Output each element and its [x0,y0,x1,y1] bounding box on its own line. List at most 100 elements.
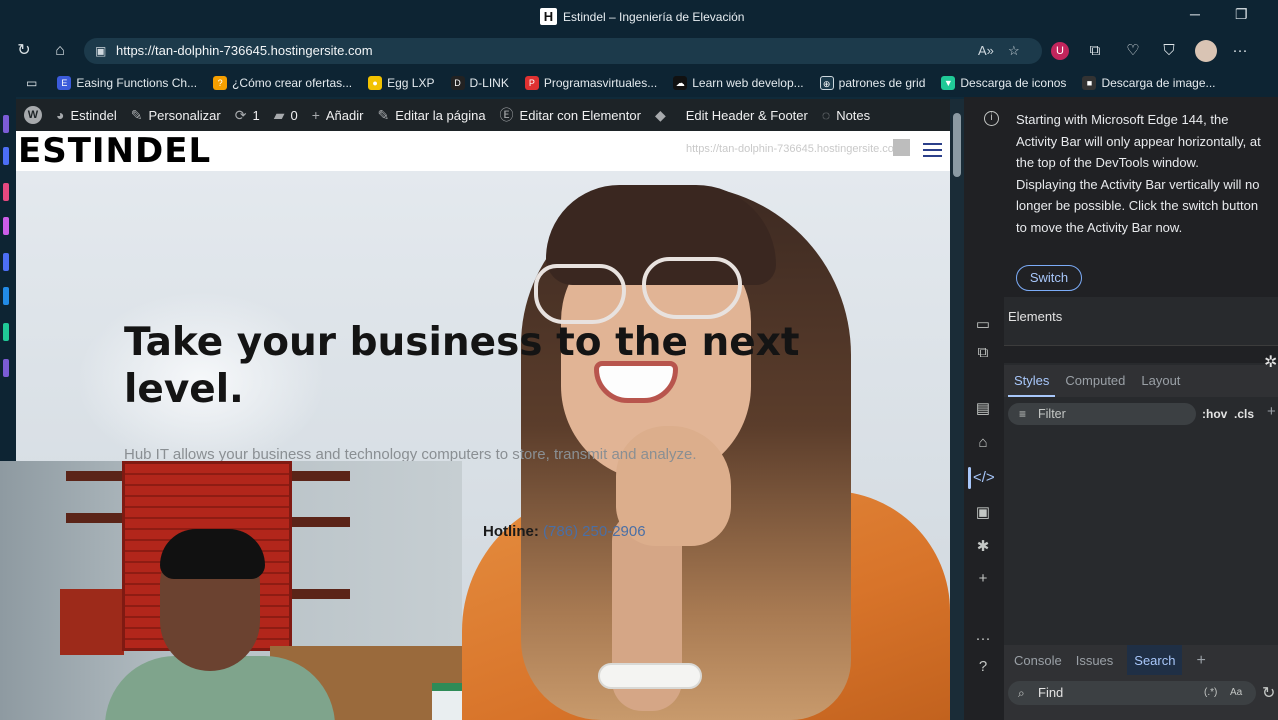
regex-toggle[interactable]: (.*) [1204,681,1217,705]
wp-updates-link[interactable]: ⟳ 1 [235,107,260,124]
match-case-toggle[interactable]: Aa [1230,681,1242,705]
restore-icon[interactable]: ❐ [1235,6,1248,23]
bookmark-label: Egg LXP [387,76,435,90]
bookmark-item[interactable]: ? ¿Cómo crear ofertas... [213,76,352,90]
tab-icon[interactable] [3,359,9,377]
find-placeholder: Find [1038,685,1064,700]
refresh-search-icon[interactable]: ↻ [1262,683,1275,703]
elements-code-icon[interactable]: </> [973,468,995,488]
tab-console[interactable]: Console [1014,645,1062,675]
panel-divider[interactable] [1004,345,1278,363]
search-find-input[interactable]: ⌕ Find (.*) Aa [1008,681,1256,705]
more-tools-icon[interactable]: ··· [973,629,993,649]
address-bar[interactable]: ▣ https://tan-dolphin-736645.hostingersi… [84,38,1042,64]
add-drawer-tab-icon[interactable]: + [1196,645,1205,675]
bookmark-item[interactable]: E Easing Functions Ch... [57,76,197,90]
wp-header-footer-label: Edit Header & Footer [685,107,808,123]
add-tool-icon[interactable]: + [973,569,993,589]
bookmark-favicon-icon: ▼ [941,76,956,90]
refresh-icon[interactable]: ↻ [13,40,35,62]
favorite-star-icon[interactable]: ☆ [1008,38,1020,64]
wp-admin-bar: W ◕ Estindel ✎ Personalizar ⟳ 1 ▰ 0 + Añadir … [16,99,950,131]
tab-icon[interactable] [3,147,9,165]
filter-icon: ≡ [1019,407,1027,421]
tab-icon[interactable] [3,115,9,133]
hamburger-menu-icon[interactable] [923,143,942,161]
bookmark-item[interactable]: ■ Descarga de image... [1082,76,1216,90]
user-icon[interactable] [893,139,910,156]
wp-elementor-link[interactable]: Ⓔ Editar con Elementor [500,105,641,125]
read-aloud-icon[interactable]: A» [978,38,994,64]
hotline-number-link[interactable]: (786) 250-2906 [543,523,646,540]
site-info-icon[interactable]: ▣ [95,38,106,64]
tab-layout[interactable]: Layout [1141,365,1180,397]
wordpress-logo-icon[interactable]: W [24,106,42,124]
notes-icon: ◌ [821,107,831,123]
switch-button[interactable]: Switch [1016,265,1082,291]
debug-bug-icon[interactable]: ✱ [973,537,993,557]
tab-icon[interactable] [3,287,9,305]
bookmark-favicon-icon: D [450,76,465,90]
bookmark-favicon-icon: P [524,76,539,90]
elements-tab-title[interactable]: Elements [1008,309,1062,324]
bookmark-label: patrones de grid [838,76,926,90]
inspect-icon[interactable]: ⧉ [973,343,993,363]
bookmark-item[interactable]: ▼ Descarga de iconos [941,76,1066,90]
browser-window: H Estindel – Ingeniería de Elevación ─ ❐… [0,0,1278,720]
page-scrollbar[interactable] [950,99,964,720]
hero-heading: Take your business to the next level. [124,320,800,412]
bookmark-item[interactable]: D D-LINK [450,76,509,90]
bookmark-item[interactable]: P Programasvirtuales... [524,76,657,90]
security-shield-icon[interactable]: ⛉ [1160,42,1178,60]
console-icon[interactable]: ▣ [973,503,993,523]
bookmark-item[interactable]: ● Egg LXP [368,76,435,90]
wp-customize-link[interactable]: ✎ Personalizar [131,107,221,124]
tab-icon[interactable] [3,253,9,271]
bookmark-favicon-icon: ● [368,76,383,90]
styles-filter-input[interactable]: ≡ Filter [1008,403,1196,425]
comments-count: 0 [290,107,298,123]
home-icon[interactable]: ⌂ [49,40,71,62]
wp-comments-link[interactable]: ▰ 0 [274,107,298,124]
tab-computed[interactable]: Computed [1065,365,1125,397]
tab-styles[interactable]: Styles [1007,365,1056,397]
site-logo[interactable]: ESTINDEL [18,131,211,171]
wp-header-footer-link[interactable]: ◆ Edit Header & Footer [655,107,808,124]
new-rule-icon[interactable]: + [1267,403,1276,420]
device-emulation-icon[interactable]: ▭ [973,315,993,335]
tab-search[interactable]: Search [1127,645,1183,675]
devtools-panel: i Starting with Microsoft Edge 144, the … [964,97,1278,720]
tab-icon[interactable] [3,217,9,235]
elementor-icon: Ⓔ [499,107,514,123]
minimize-icon[interactable]: ─ [1190,6,1200,22]
hover-state-toggle[interactable]: :hov [1202,407,1227,421]
close-settings-icon[interactable]: ✲ [1264,352,1277,372]
help-icon[interactable]: ? [973,657,993,677]
comment-icon: ▰ [273,106,285,123]
styles-subtabs: Styles Computed Layout [1004,365,1278,397]
bookmark-item[interactable]: ⊕ patrones de grid [819,76,926,90]
welcome-home-icon[interactable]: ⌂ [973,433,993,453]
wp-notes-link[interactable]: ◌ Notes [822,107,870,123]
tab-icon[interactable] [3,183,9,201]
more-menu-icon[interactable]: ··· [1231,42,1249,60]
wp-add-new-link[interactable]: + Añadir [312,107,364,123]
browser-essentials-icon[interactable]: ♡ [1124,42,1142,60]
scrollbar-thumb[interactable] [953,113,961,177]
bookmarks-toggle-icon[interactable]: ▭ [26,76,37,90]
browser-icon[interactable]: ▤ [973,399,993,419]
wp-edit-page-link[interactable]: ✎ Editar la página [377,107,485,124]
class-toggle[interactable]: .cls [1234,407,1254,421]
extension-shield-icon[interactable]: U [1051,42,1069,60]
bookmark-label: Easing Functions Ch... [76,76,198,90]
extensions-icon[interactable]: ⧉ [1086,42,1104,60]
wp-site-link[interactable]: ◕ Estindel [56,107,117,123]
hotline-label: Hotline: [483,523,539,540]
tab-issues[interactable]: Issues [1076,645,1114,675]
app-logo-icon: H [540,8,557,25]
bookmark-label: Learn web develop... [692,76,804,90]
tab-icon[interactable] [3,323,9,341]
bookmark-item[interactable]: ☁ Learn web develop... [673,76,804,90]
profile-avatar[interactable] [1195,40,1217,62]
bookmark-label: Descarga de iconos [960,76,1067,90]
